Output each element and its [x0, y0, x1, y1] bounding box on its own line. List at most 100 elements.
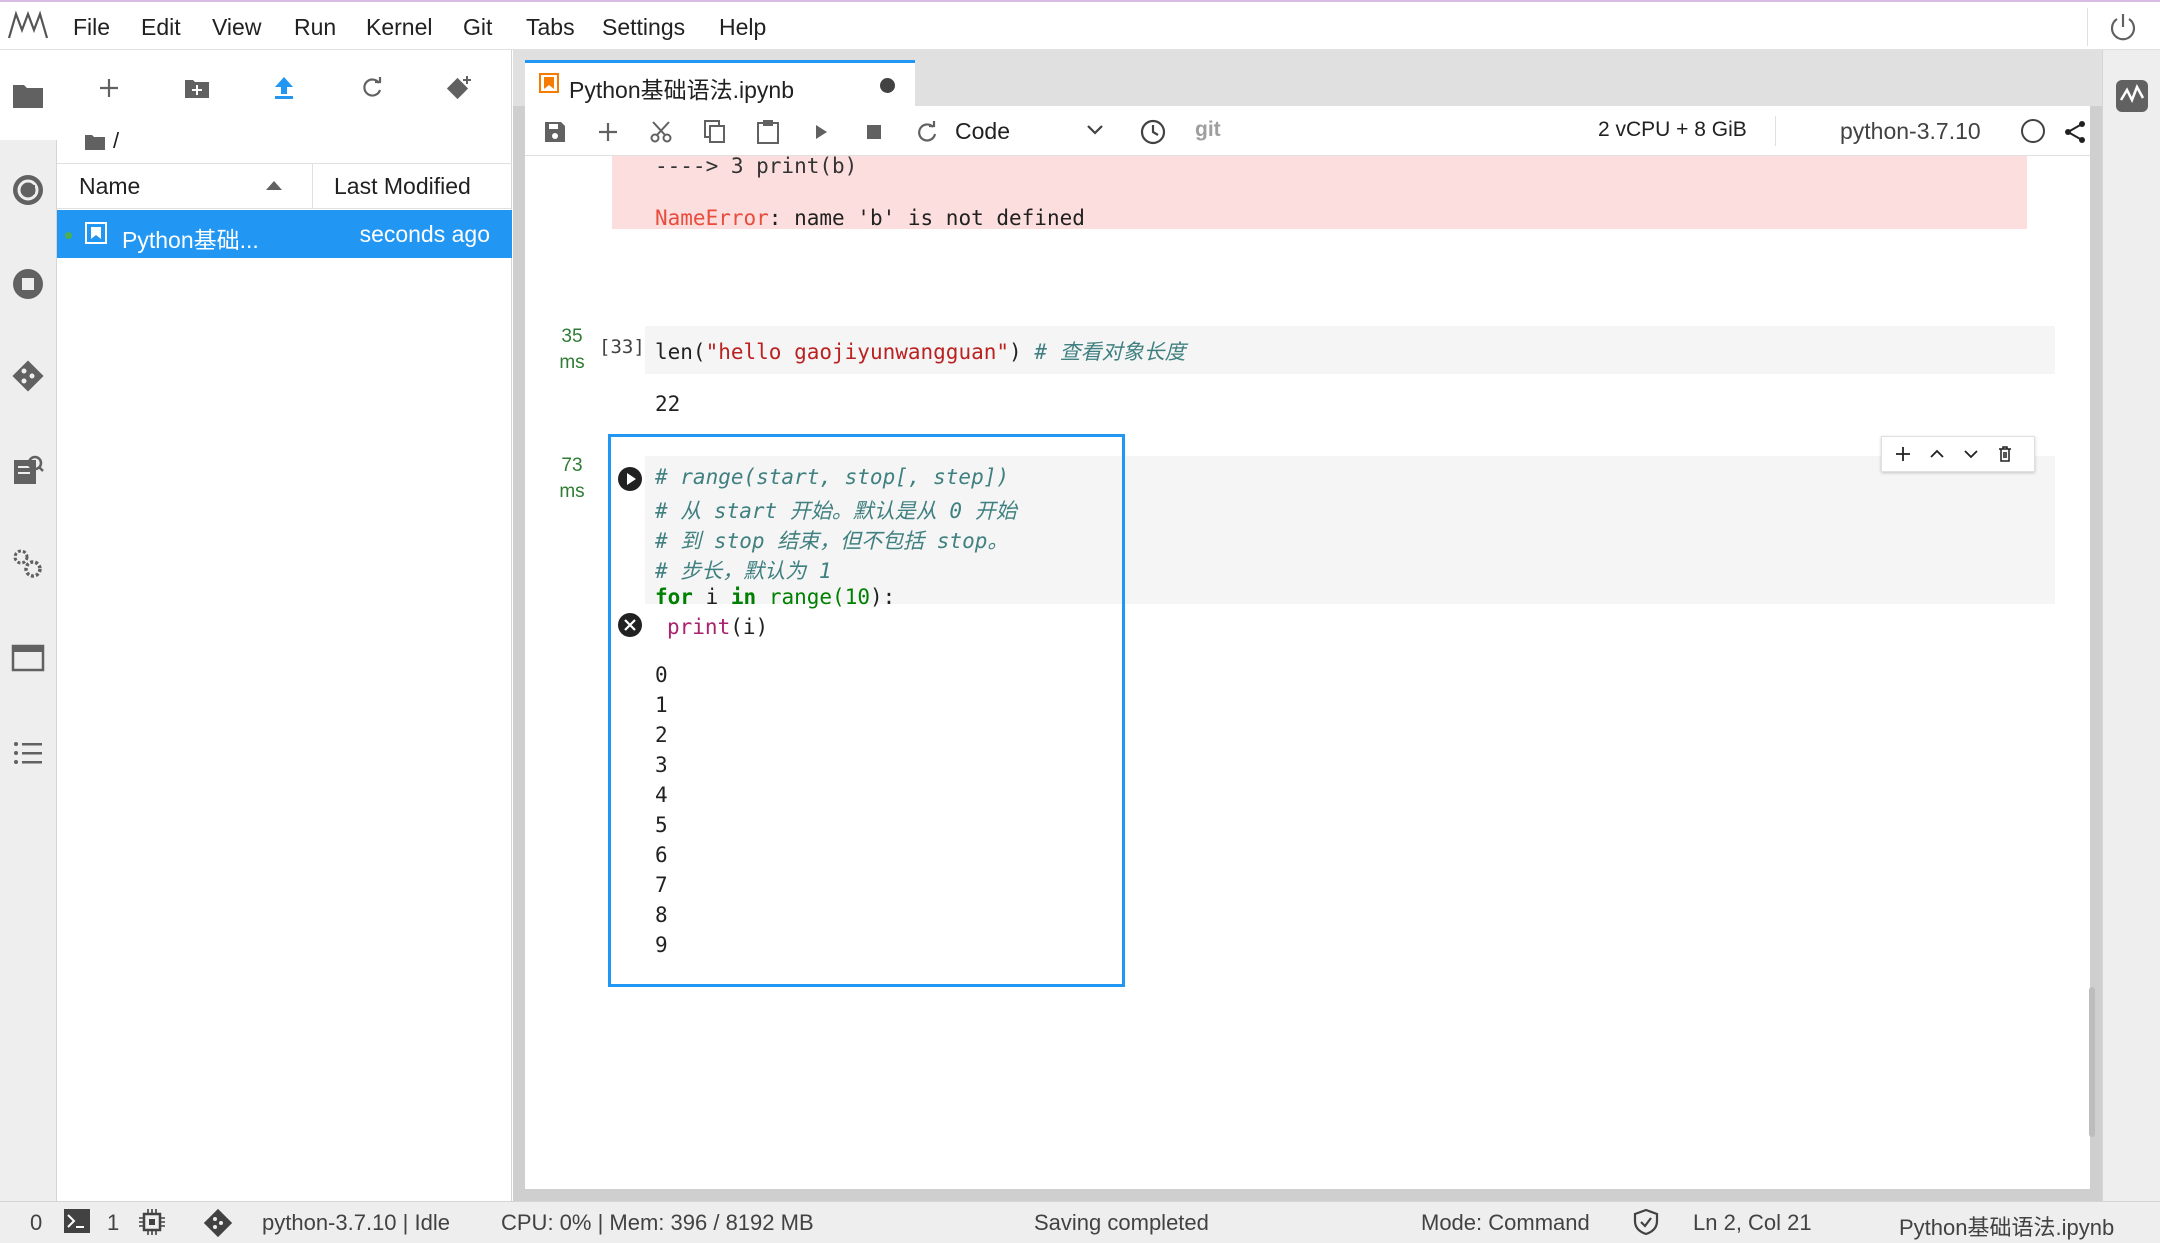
output-line: 1 [655, 693, 668, 717]
kernel-idle-icon [2021, 119, 2045, 143]
breadcrumb-path[interactable]: / [113, 128, 119, 154]
code-line: for i in range(10): [655, 585, 895, 609]
column-header-name[interactable]: Name [57, 164, 313, 208]
git-icon[interactable] [8, 356, 48, 396]
menu-git[interactable]: Git [463, 14, 492, 41]
tab-notebook[interactable]: Python基础语法.ipynb [525, 60, 915, 106]
share-icon[interactable] [2057, 114, 2090, 150]
property-inspector-icon[interactable] [8, 450, 48, 490]
code-string: "hello gaojiyunwangguan" [705, 340, 1010, 364]
file-list-item[interactable]: Python基础... seconds ago [57, 210, 512, 258]
add-cell-icon[interactable] [590, 114, 626, 150]
sort-ascending-icon [266, 181, 282, 190]
code-line: print(i) [667, 615, 768, 639]
insert-cell-icon[interactable] [1890, 441, 1916, 467]
new-folder-icon[interactable] [177, 68, 217, 108]
menu-settings[interactable]: Settings [602, 14, 685, 41]
run-cell-icon[interactable] [617, 466, 643, 492]
kernel-status[interactable]: python-3.7.10 | Idle [262, 1210, 450, 1236]
main-dock-area: Python基础语法.ipynb Code git 2 vCPU + 8 GiB… [513, 50, 2102, 1201]
code-close: ) [1009, 340, 1035, 364]
menubar: File Edit View Run Kernel Git Tabs Setti… [0, 0, 2160, 50]
history-icon[interactable] [1135, 114, 1171, 150]
menu-edit[interactable]: Edit [141, 14, 181, 41]
cell-toolbar [1881, 436, 2035, 472]
cell-type-select[interactable]: Code [955, 113, 1105, 149]
menu-file[interactable]: File [73, 14, 110, 41]
range-argument: 10 [844, 585, 870, 609]
code-comment-line: # 从 start 开始。默认是从 0 开始 [655, 499, 1017, 523]
git-icon[interactable] [202, 1207, 234, 1243]
paste-icon[interactable] [750, 114, 786, 150]
running-icon[interactable] [8, 170, 48, 210]
file-browser-panel: / Name Last Modified Python基础... seconds… [57, 50, 512, 1201]
output-line: 5 [655, 813, 668, 837]
tabs-icon[interactable] [8, 638, 48, 678]
folder-icon[interactable] [85, 133, 105, 150]
keyword-in: in [730, 585, 757, 609]
print-function: print [667, 615, 731, 639]
save-icon[interactable] [537, 114, 573, 150]
range-function: range( [756, 585, 845, 609]
scrollbar-thumb[interactable] [2089, 987, 2095, 1137]
terminal-icon [64, 1209, 90, 1239]
delete-cell-icon[interactable] [1992, 441, 2018, 467]
kernel-name[interactable]: python-3.7.10 [1840, 118, 1981, 145]
move-up-icon[interactable] [1924, 441, 1950, 467]
power-icon[interactable] [2106, 10, 2140, 44]
file-list-header: Name Last Modified [57, 163, 512, 209]
menu-run[interactable]: Run [294, 14, 336, 41]
notebook-panel: Code git 2 vCPU + 8 GiB python-3.7.10 --… [525, 106, 2090, 1189]
stop-icon[interactable] [856, 114, 892, 150]
jupyterlab-app: File Edit View Run Kernel Git Tabs Setti… [0, 0, 2160, 1243]
notebook-mode[interactable]: Mode: Command [1421, 1210, 1590, 1236]
unsaved-dot-icon[interactable] [880, 78, 895, 93]
cursor-position[interactable]: Ln 2, Col 21 [1693, 1210, 1812, 1236]
shield-check-icon[interactable] [1632, 1208, 1660, 1242]
menu-kernel[interactable]: Kernel [366, 14, 432, 41]
upload-icon[interactable] [264, 68, 304, 108]
run-icon[interactable] [803, 114, 839, 150]
timing-value: 73 [561, 455, 583, 476]
loop-variable: i [692, 585, 731, 609]
timing-value: 35 [561, 326, 583, 347]
resource-monitor-icon[interactable] [2114, 78, 2150, 114]
kernel-chip-icon [138, 1208, 166, 1242]
new-launcher-icon[interactable] [89, 68, 129, 108]
breadcrumb: / [85, 124, 119, 158]
code-comment-line: # 步长，默认为 1 [655, 559, 832, 583]
git-label[interactable]: git [1195, 118, 1221, 142]
copy-icon[interactable] [697, 114, 733, 150]
toc-icon[interactable] [8, 733, 48, 773]
output-line: 3 [655, 753, 668, 777]
output-line: 9 [655, 933, 668, 957]
output-line: 2 [655, 723, 668, 747]
menu-view[interactable]: View [212, 14, 261, 41]
stop-icon[interactable] [8, 264, 48, 304]
terminal-count[interactable]: 0 [30, 1210, 42, 1236]
kernel-count[interactable]: 1 [107, 1210, 119, 1236]
restart-icon[interactable] [909, 114, 945, 150]
menubar-divider [2087, 8, 2088, 46]
running-indicator-icon [65, 232, 72, 239]
column-modified-label: Last Modified [334, 173, 471, 199]
move-down-icon[interactable] [1958, 441, 1984, 467]
keyword-for: for [655, 585, 693, 609]
cut-icon[interactable] [643, 114, 679, 150]
menu-help[interactable]: Help [719, 14, 766, 41]
chevron-down-icon [1087, 125, 1103, 135]
error-text: : name 'b' is not defined [768, 206, 1085, 230]
output-line: 6 [655, 843, 668, 867]
git-clone-icon[interactable] [439, 68, 479, 108]
extensions-icon[interactable] [8, 544, 48, 584]
clear-output-icon[interactable] [617, 612, 643, 638]
menu-tabs[interactable]: Tabs [526, 14, 575, 41]
range-close: ): [869, 585, 896, 609]
traceback-line: ----> 3 print(b) [655, 154, 858, 178]
folder-icon[interactable] [8, 75, 48, 115]
toolbar-divider [1775, 116, 1776, 146]
refresh-icon[interactable] [352, 68, 392, 108]
file-modified: seconds ago [359, 221, 490, 247]
notebook-toolbar: Code git 2 vCPU + 8 GiB python-3.7.10 [525, 106, 2090, 156]
column-header-modified[interactable]: Last Modified [314, 164, 512, 208]
